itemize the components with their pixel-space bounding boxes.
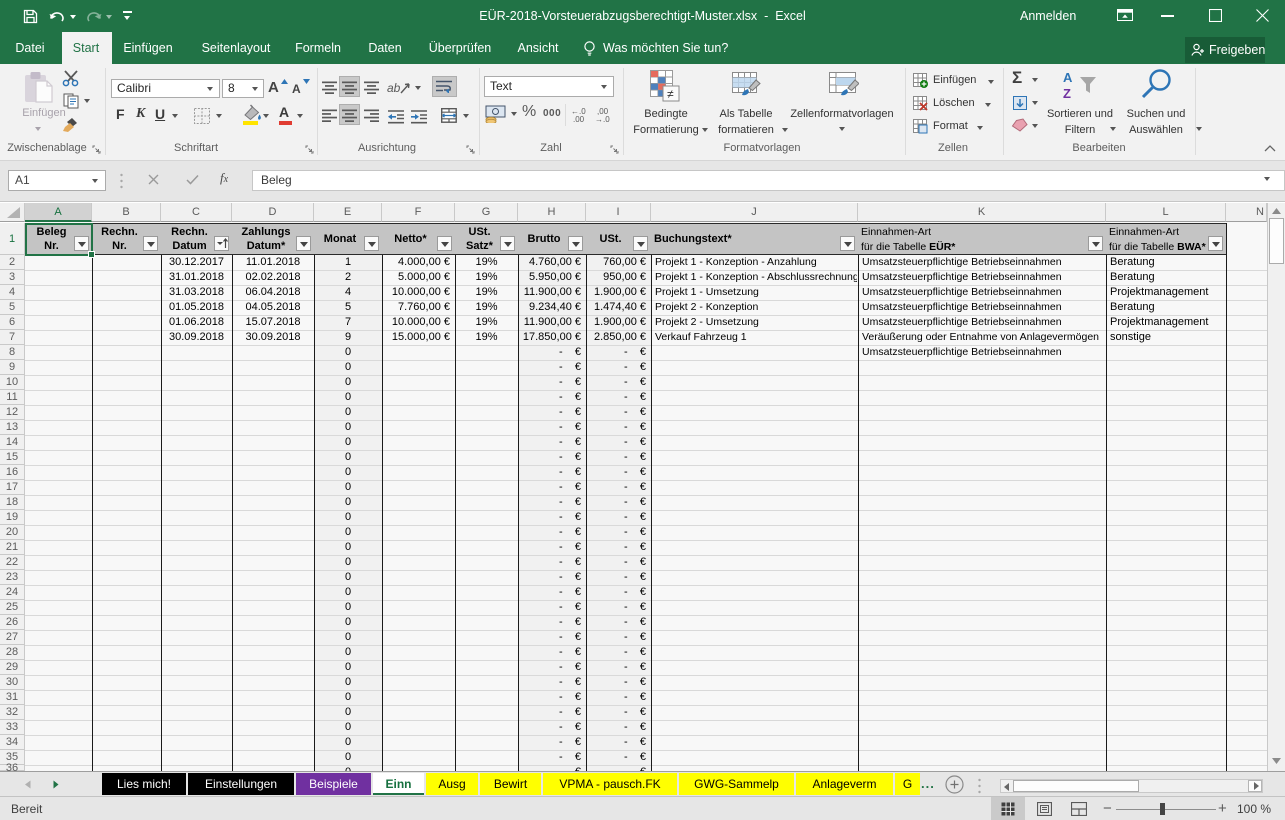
svg-text:A: A bbox=[1063, 70, 1073, 85]
svg-text:,00: ,00 bbox=[573, 115, 585, 122]
svg-text:ab: ab bbox=[387, 81, 401, 95]
svg-text:Z: Z bbox=[1063, 86, 1071, 101]
svg-text:→,0: →,0 bbox=[595, 115, 610, 122]
svg-text:≠: ≠ bbox=[667, 87, 674, 101]
